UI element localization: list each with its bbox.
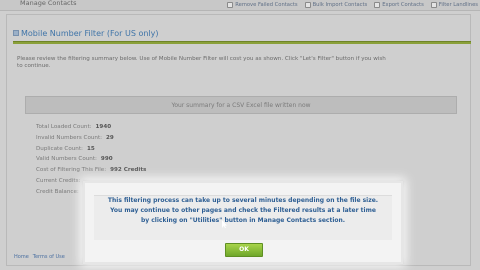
filtering-notice-dialog: This filtering process can take up to se… xyxy=(83,181,403,264)
stat-row: Duplicate Count: 15 xyxy=(36,146,146,157)
remove-failed-contacts-link[interactable]: Remove Failed Contacts xyxy=(227,0,298,9)
stat-value: 1940 xyxy=(95,124,112,130)
summary-title: Your summary for a CSV Excel file writte… xyxy=(171,101,311,109)
stat-row: Valid Numbers Count: 990 xyxy=(36,156,146,167)
filter-icon xyxy=(430,1,437,8)
stat-label: Cost of Filtering This File: xyxy=(36,167,107,174)
remove-failed-contacts-label: Remove Failed Contacts xyxy=(235,1,298,8)
ok-button[interactable]: OK xyxy=(225,243,263,257)
phone-filter-icon xyxy=(13,30,19,36)
intro-line: to continue. xyxy=(17,63,51,69)
export-icon xyxy=(374,1,381,8)
export-contacts-label: Export Contacts xyxy=(382,1,424,8)
stat-row: Total Loaded Count: 1940 xyxy=(36,124,146,135)
dialog-message: This filtering process can take up to se… xyxy=(94,195,392,240)
stat-label: Duplicate Count: xyxy=(36,145,83,152)
stat-row: Cost of Filtering This File: 992 Credits xyxy=(36,167,146,178)
stat-label: Invalid Numbers Count: xyxy=(36,134,103,141)
stat-label: Credit Balance: xyxy=(36,188,79,195)
page: Manage Contacts Remove Failed Contacts B… xyxy=(0,0,480,270)
stat-label: Total Loaded Count: xyxy=(36,124,92,130)
page-title: Mobile Number Filter (For US only) xyxy=(21,28,159,38)
filter-landlines-label: Filter Landlines xyxy=(438,1,478,8)
intro-text: Please review the filtering summary belo… xyxy=(17,56,465,70)
stat-value: 29 xyxy=(106,134,114,141)
page-title-row: Mobile Number Filter (For US only) xyxy=(13,27,159,39)
stat-label: Current Credits: xyxy=(36,177,81,184)
top-toolbar: Manage Contacts Remove Failed Contacts B… xyxy=(0,0,480,11)
remove-icon xyxy=(227,1,234,8)
bulk-import-contacts-link[interactable]: Bulk Import Contacts xyxy=(304,0,368,9)
filter-landlines-link[interactable]: Filter Landlines xyxy=(430,0,478,9)
toolbar-links: Remove Failed Contacts Bulk Import Conta… xyxy=(227,0,478,9)
stat-row: Invalid Numbers Count: 29 xyxy=(36,135,146,146)
dialog-line: You may continue to other pages and chec… xyxy=(110,207,376,214)
footer-link-home[interactable]: Home xyxy=(14,254,29,260)
dialog-line: This filtering process can take up to se… xyxy=(107,197,379,204)
dialog-line: by clicking on "Utilities" button in Man… xyxy=(140,217,346,224)
stat-label: Valid Numbers Count: xyxy=(36,156,97,163)
stat-value: 15 xyxy=(86,145,95,152)
title-divider xyxy=(13,41,471,44)
footer-links: Home Terms of Use xyxy=(14,254,65,260)
import-icon xyxy=(304,1,311,8)
tab-manage-contacts[interactable]: Manage Contacts xyxy=(20,0,140,8)
export-contacts-link[interactable]: Export Contacts xyxy=(374,0,424,9)
summary-header: Your summary for a CSV Excel file writte… xyxy=(25,96,457,114)
stat-value: 990 xyxy=(100,156,113,163)
bulk-import-contacts-label: Bulk Import Contacts xyxy=(312,1,368,8)
footer-link-terms[interactable]: Terms of Use xyxy=(33,254,65,260)
stat-value: 992 Credits xyxy=(110,167,147,174)
intro-line: Please review the filtering summary belo… xyxy=(17,56,386,62)
